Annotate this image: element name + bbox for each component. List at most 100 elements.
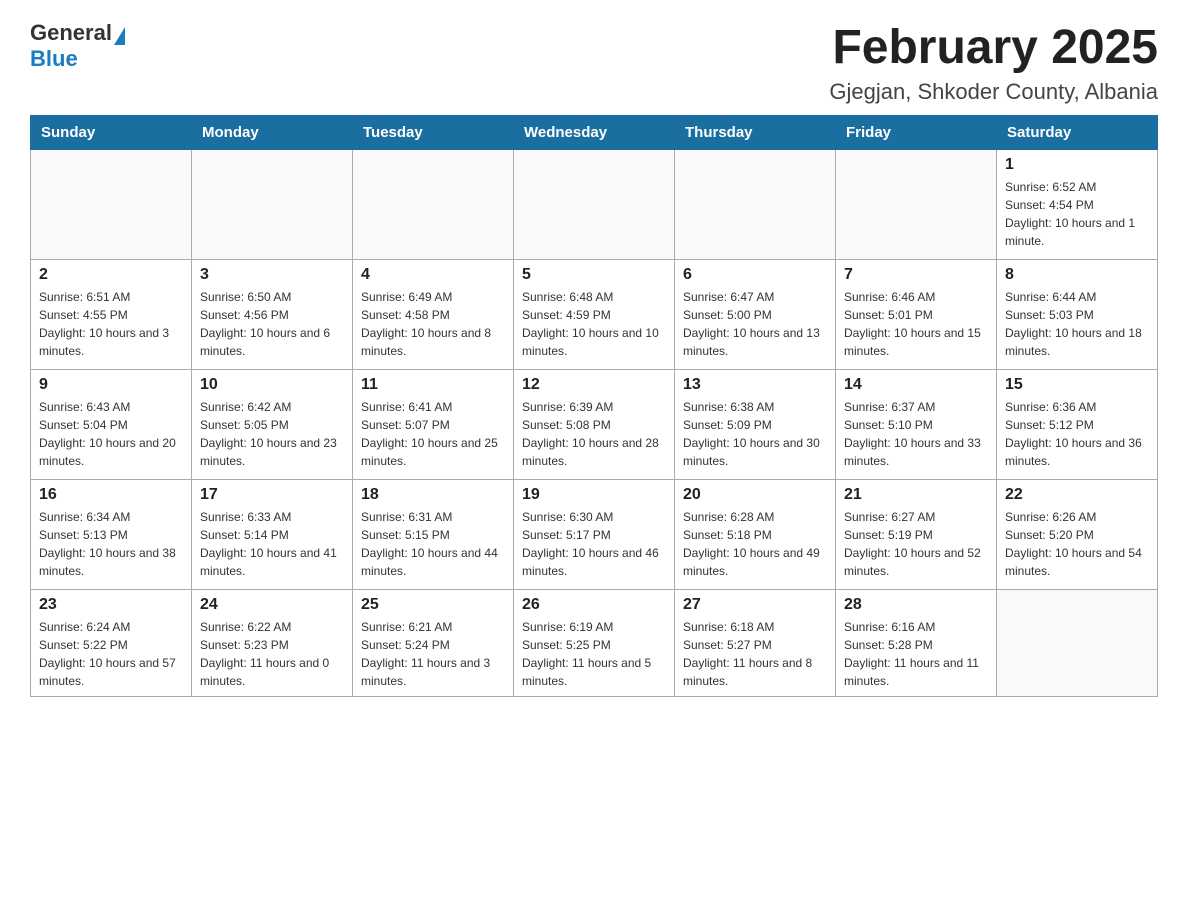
day-info: Sunrise: 6:50 AM Sunset: 4:56 PM Dayligh… bbox=[200, 288, 344, 360]
day-number: 1 bbox=[1005, 156, 1149, 174]
day-info: Sunrise: 6:37 AM Sunset: 5:10 PM Dayligh… bbox=[844, 398, 988, 470]
day-number: 3 bbox=[200, 266, 344, 284]
day-info: Sunrise: 6:19 AM Sunset: 5:25 PM Dayligh… bbox=[522, 618, 666, 690]
day-info: Sunrise: 6:39 AM Sunset: 5:08 PM Dayligh… bbox=[522, 398, 666, 470]
day-info: Sunrise: 6:24 AM Sunset: 5:22 PM Dayligh… bbox=[39, 618, 183, 690]
day-number: 8 bbox=[1005, 266, 1149, 284]
calendar-cell: 17 Sunrise: 6:33 AM Sunset: 5:14 PM Dayli… bbox=[192, 480, 353, 590]
weekday-header-thursday: Thursday bbox=[675, 116, 836, 150]
day-info: Sunrise: 6:21 AM Sunset: 5:24 PM Dayligh… bbox=[361, 618, 505, 690]
day-number: 10 bbox=[200, 376, 344, 394]
day-number: 25 bbox=[361, 596, 505, 614]
day-info: Sunrise: 6:18 AM Sunset: 5:27 PM Dayligh… bbox=[683, 618, 827, 690]
calendar-cell: 15 Sunrise: 6:36 AM Sunset: 5:12 PM Dayli… bbox=[997, 370, 1158, 480]
calendar-cell: 21Sunrise: 6:27 AM Sunset: 5:19 PM Dayli… bbox=[836, 480, 997, 590]
calendar-cell: 14 Sunrise: 6:37 AM Sunset: 5:10 PM Dayli… bbox=[836, 370, 997, 480]
day-info: Sunrise: 6:28 AM Sunset: 5:18 PM Dayligh… bbox=[683, 508, 827, 580]
calendar-cell: 1 Sunrise: 6:52 AM Sunset: 4:54 PM Daylig… bbox=[997, 150, 1158, 260]
day-number: 7 bbox=[844, 266, 988, 284]
day-number: 2 bbox=[39, 266, 183, 284]
day-number: 15 bbox=[1005, 376, 1149, 394]
calendar-cell: 13 Sunrise: 6:38 AM Sunset: 5:09 PM Dayli… bbox=[675, 370, 836, 480]
calendar-cell: 16 Sunrise: 6:34 AM Sunset: 5:13 PM Dayli… bbox=[31, 480, 192, 590]
calendar-cell: 7 Sunrise: 6:46 AM Sunset: 5:01 PM Daylig… bbox=[836, 260, 997, 370]
day-info: Sunrise: 6:31 AM Sunset: 5:15 PM Dayligh… bbox=[361, 508, 505, 580]
weekday-header-sunday: Sunday bbox=[31, 116, 192, 150]
day-number: 4 bbox=[361, 266, 505, 284]
day-info: Sunrise: 6:52 AM Sunset: 4:54 PM Dayligh… bbox=[1005, 178, 1149, 250]
calendar-cell bbox=[675, 150, 836, 260]
weekday-header-monday: Monday bbox=[192, 116, 353, 150]
logo-text-blue: Blue bbox=[30, 46, 78, 71]
calendar-cell bbox=[514, 150, 675, 260]
day-number: 5 bbox=[522, 266, 666, 284]
calendar-cell bbox=[836, 150, 997, 260]
day-info: Sunrise: 6:30 AM Sunset: 5:17 PM Dayligh… bbox=[522, 508, 666, 580]
day-info: Sunrise: 6:27 AM Sunset: 5:19 PM Dayligh… bbox=[844, 508, 988, 580]
day-info: Sunrise: 6:16 AM Sunset: 5:28 PM Dayligh… bbox=[844, 618, 988, 690]
weekday-header-wednesday: Wednesday bbox=[514, 116, 675, 150]
logo-triangle-icon bbox=[114, 27, 125, 45]
logo-text-general: General bbox=[30, 20, 112, 45]
day-number: 17 bbox=[200, 486, 344, 504]
day-number: 24 bbox=[200, 596, 344, 614]
title-area: February 2025 Gjegjan, Shkoder County, A… bbox=[829, 20, 1158, 105]
week-row-3: 9Sunrise: 6:43 AM Sunset: 5:04 PM Daylig… bbox=[31, 370, 1158, 480]
day-info: Sunrise: 6:36 AM Sunset: 5:12 PM Dayligh… bbox=[1005, 398, 1149, 470]
weekday-header-friday: Friday bbox=[836, 116, 997, 150]
day-number: 22 bbox=[1005, 486, 1149, 504]
calendar-cell: 2 Sunrise: 6:51 AM Sunset: 4:55 PM Daylig… bbox=[31, 260, 192, 370]
weekday-header-row: SundayMondayTuesdayWednesdayThursdayFrid… bbox=[31, 116, 1158, 150]
day-number: 28 bbox=[844, 596, 988, 614]
weekday-header-tuesday: Tuesday bbox=[353, 116, 514, 150]
calendar-cell: 19 Sunrise: 6:30 AM Sunset: 5:17 PM Dayli… bbox=[514, 480, 675, 590]
day-info: Sunrise: 6:42 AM Sunset: 5:05 PM Dayligh… bbox=[200, 398, 344, 470]
calendar-cell bbox=[997, 590, 1158, 697]
calendar-title: February 2025 bbox=[829, 20, 1158, 75]
calendar-cell: 28 Sunrise: 6:16 AM Sunset: 5:28 PM Dayli… bbox=[836, 590, 997, 697]
calendar-cell: 3 Sunrise: 6:50 AM Sunset: 4:56 PM Daylig… bbox=[192, 260, 353, 370]
day-number: 18 bbox=[361, 486, 505, 504]
day-number: 13 bbox=[683, 376, 827, 394]
day-number: 14 bbox=[844, 376, 988, 394]
day-info: Sunrise: 6:34 AM Sunset: 5:13 PM Dayligh… bbox=[39, 508, 183, 580]
day-number: 26 bbox=[522, 596, 666, 614]
calendar-cell: 9Sunrise: 6:43 AM Sunset: 5:04 PM Daylig… bbox=[31, 370, 192, 480]
day-number: 16 bbox=[39, 486, 183, 504]
logo: General Blue bbox=[30, 20, 126, 72]
calendar-cell: 6 Sunrise: 6:47 AM Sunset: 5:00 PM Daylig… bbox=[675, 260, 836, 370]
day-info: Sunrise: 6:33 AM Sunset: 5:14 PM Dayligh… bbox=[200, 508, 344, 580]
calendar-cell: 5Sunrise: 6:48 AM Sunset: 4:59 PM Daylig… bbox=[514, 260, 675, 370]
day-number: 20 bbox=[683, 486, 827, 504]
calendar-cell: 4 Sunrise: 6:49 AM Sunset: 4:58 PM Daylig… bbox=[353, 260, 514, 370]
calendar-cell: 22 Sunrise: 6:26 AM Sunset: 5:20 PM Dayli… bbox=[997, 480, 1158, 590]
weekday-header-saturday: Saturday bbox=[997, 116, 1158, 150]
day-info: Sunrise: 6:47 AM Sunset: 5:00 PM Dayligh… bbox=[683, 288, 827, 360]
day-info: Sunrise: 6:26 AM Sunset: 5:20 PM Dayligh… bbox=[1005, 508, 1149, 580]
week-row-2: 2 Sunrise: 6:51 AM Sunset: 4:55 PM Daylig… bbox=[31, 260, 1158, 370]
day-number: 6 bbox=[683, 266, 827, 284]
day-info: Sunrise: 6:41 AM Sunset: 5:07 PM Dayligh… bbox=[361, 398, 505, 470]
day-info: Sunrise: 6:51 AM Sunset: 4:55 PM Dayligh… bbox=[39, 288, 183, 360]
calendar-cell bbox=[192, 150, 353, 260]
day-number: 9 bbox=[39, 376, 183, 394]
day-info: Sunrise: 6:49 AM Sunset: 4:58 PM Dayligh… bbox=[361, 288, 505, 360]
week-row-5: 23 Sunrise: 6:24 AM Sunset: 5:22 PM Dayli… bbox=[31, 590, 1158, 697]
day-info: Sunrise: 6:46 AM Sunset: 5:01 PM Dayligh… bbox=[844, 288, 988, 360]
calendar-cell: 8 Sunrise: 6:44 AM Sunset: 5:03 PM Daylig… bbox=[997, 260, 1158, 370]
day-info: Sunrise: 6:44 AM Sunset: 5:03 PM Dayligh… bbox=[1005, 288, 1149, 360]
calendar-cell bbox=[31, 150, 192, 260]
calendar-cell: 25 Sunrise: 6:21 AM Sunset: 5:24 PM Dayli… bbox=[353, 590, 514, 697]
week-row-1: 1 Sunrise: 6:52 AM Sunset: 4:54 PM Daylig… bbox=[31, 150, 1158, 260]
calendar-cell: 10 Sunrise: 6:42 AM Sunset: 5:05 PM Dayli… bbox=[192, 370, 353, 480]
calendar-subtitle: Gjegjan, Shkoder County, Albania bbox=[829, 79, 1158, 105]
day-info: Sunrise: 6:22 AM Sunset: 5:23 PM Dayligh… bbox=[200, 618, 344, 690]
day-number: 27 bbox=[683, 596, 827, 614]
day-number: 19 bbox=[522, 486, 666, 504]
week-row-4: 16 Sunrise: 6:34 AM Sunset: 5:13 PM Dayli… bbox=[31, 480, 1158, 590]
calendar-cell bbox=[353, 150, 514, 260]
day-number: 12 bbox=[522, 376, 666, 394]
day-number: 23 bbox=[39, 596, 183, 614]
day-info: Sunrise: 6:38 AM Sunset: 5:09 PM Dayligh… bbox=[683, 398, 827, 470]
calendar-cell: 11Sunrise: 6:41 AM Sunset: 5:07 PM Dayli… bbox=[353, 370, 514, 480]
